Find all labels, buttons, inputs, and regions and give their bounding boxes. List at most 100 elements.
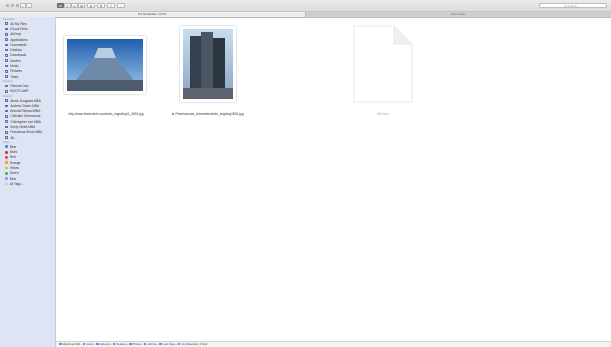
favorites-label: Downloads xyxy=(10,53,27,58)
favorites-label: Trash xyxy=(10,74,19,79)
shared-label: Francesca Stone MBA xyxy=(10,130,43,135)
computer-icon xyxy=(5,109,9,113)
tower-photo-icon xyxy=(183,29,233,99)
path-segment[interactable]: carleoss xyxy=(100,342,110,346)
applications-icon xyxy=(5,38,9,41)
disc-icon xyxy=(5,84,9,88)
favorites-label: AirDrop xyxy=(10,32,22,37)
tag-color-icon xyxy=(5,171,8,175)
downloads-icon xyxy=(5,54,9,57)
window-controls xyxy=(6,4,19,7)
tags-label: Blue xyxy=(9,176,17,181)
favorites-label: iCloud Drive xyxy=(10,26,28,31)
computer-icon xyxy=(5,130,9,134)
movies-icon xyxy=(5,59,9,63)
trash-icon xyxy=(5,75,9,78)
folder-icon xyxy=(59,343,62,346)
close-window-icon[interactable] xyxy=(6,4,9,7)
computer-icon xyxy=(5,99,9,102)
path-segment[interactable]: Macintosh HD xyxy=(63,342,81,346)
path-segment[interactable]: De Rotterdam 2.html xyxy=(181,342,207,346)
favorites-label: Movies xyxy=(10,58,21,63)
file-label-3[interactable]: file.html xyxy=(348,112,418,116)
file-name-2: Premiumcom_fo/merkendelen_img/img/ID51.j… xyxy=(175,112,244,116)
devices-label: Remote Disc xyxy=(10,83,29,88)
cloud-icon xyxy=(5,27,9,31)
tags-label: All Tags... xyxy=(9,181,24,186)
tags-label: Yellow xyxy=(9,166,19,171)
file-thumbnail-2[interactable] xyxy=(180,26,236,102)
favorites-label: Pictures xyxy=(10,69,22,74)
shared-label: Brenda Richard MBA xyxy=(10,109,41,114)
favorites-label: All My Files xyxy=(10,21,27,26)
shared-label: Andrew Cicero MBA xyxy=(10,103,40,108)
tag-color-icon xyxy=(5,166,8,170)
folder-icon xyxy=(112,343,116,346)
favorites-label: Music xyxy=(10,64,19,69)
computer-icon xyxy=(5,104,9,108)
toolbar: ‹ › ⊞ ≡ ⊟ ▤ ⊞ ⚙ ⇪ ○ Q Search xyxy=(0,0,611,12)
folder-icon xyxy=(159,343,162,346)
action-gear-icon[interactable]: ⚙ xyxy=(97,3,105,8)
file-thumbnail-3[interactable] xyxy=(348,24,418,104)
globe-icon xyxy=(5,136,9,139)
tag-color-icon xyxy=(5,156,8,159)
favorites-label: Documents xyxy=(10,42,27,47)
building-photo-icon xyxy=(67,39,143,91)
icon-view-button[interactable]: ⊞ xyxy=(57,3,64,8)
folder-icon xyxy=(143,343,147,346)
path-segment[interactable]: Users xyxy=(86,342,93,346)
file-label-1[interactable]: http://www.finetuninfo.com/web_imgs/img/… xyxy=(56,112,156,116)
folder-icon xyxy=(128,343,132,346)
favorites-label: Applications xyxy=(10,37,28,42)
search-field[interactable]: Q Search xyxy=(539,3,607,8)
path-segment[interactable]: Archive xyxy=(147,342,156,346)
tags-label: Work xyxy=(9,150,18,155)
drive-icon xyxy=(5,89,9,93)
blank-document-icon xyxy=(353,25,413,103)
tags-item-7[interactable]: All Tags... xyxy=(0,181,55,186)
coverflow-view-button[interactable]: ▤ xyxy=(78,3,85,8)
share-button[interactable]: ⇪ xyxy=(107,3,115,8)
tags-label: Blue xyxy=(9,144,17,149)
favorites-label: Desktop xyxy=(10,48,23,53)
path-segment[interactable]: Photos xyxy=(133,342,142,346)
tags-label: Red xyxy=(9,155,16,160)
shared-label: Christine Greenwood... xyxy=(10,114,43,119)
file-name-1: http://www.finetuninfo.com/web_imgs/img/… xyxy=(68,112,144,116)
tag-color-icon xyxy=(5,161,8,165)
shared-label: All... xyxy=(10,135,17,140)
file-thumbnail-1[interactable] xyxy=(64,36,146,94)
music-icon xyxy=(5,64,9,68)
path-segment[interactable]: Desktop xyxy=(116,342,126,346)
tag-color-icon xyxy=(5,177,8,181)
tab-downloads[interactable]: Downloads xyxy=(305,12,611,17)
path-segment[interactable]: Lost Dave xyxy=(163,342,176,346)
desktop-icon xyxy=(5,48,9,52)
computer-icon xyxy=(5,115,9,118)
tags-label: Green xyxy=(9,171,19,176)
list-view-button[interactable]: ≡ xyxy=(64,3,71,8)
shared-label: Christopher Lee MBA xyxy=(10,119,41,124)
minimize-window-icon[interactable] xyxy=(11,4,14,7)
airdrop-icon xyxy=(5,32,9,36)
file-icon-view: http://www.finetuninfo.com/web_imgs/img/… xyxy=(56,18,611,340)
column-view-button[interactable]: ⊟ xyxy=(71,3,78,8)
tag-button[interactable]: ○ xyxy=(117,3,125,8)
folder-icon xyxy=(96,343,99,346)
tag-color-icon xyxy=(5,150,8,154)
all-files-icon xyxy=(5,22,9,25)
arrange-button[interactable]: ⊞ xyxy=(87,3,95,8)
shared-label: Emily Hulett MBA xyxy=(10,124,36,129)
file-name-3: file.html xyxy=(377,112,389,116)
tag-color-icon xyxy=(5,182,8,186)
forward-button[interactable]: › xyxy=(26,3,32,8)
computer-icon xyxy=(5,120,9,123)
tag-color-icon xyxy=(5,145,8,149)
computer-icon xyxy=(5,125,9,129)
zoom-window-icon[interactable] xyxy=(16,4,19,7)
devices-label: BOOTCAMP xyxy=(10,89,29,94)
file-label-2[interactable]: Premiumcom_fo/merkendelen_img/img/ID51.j… xyxy=(160,112,256,116)
pictures-icon xyxy=(5,70,9,73)
folder-icon xyxy=(82,343,86,346)
